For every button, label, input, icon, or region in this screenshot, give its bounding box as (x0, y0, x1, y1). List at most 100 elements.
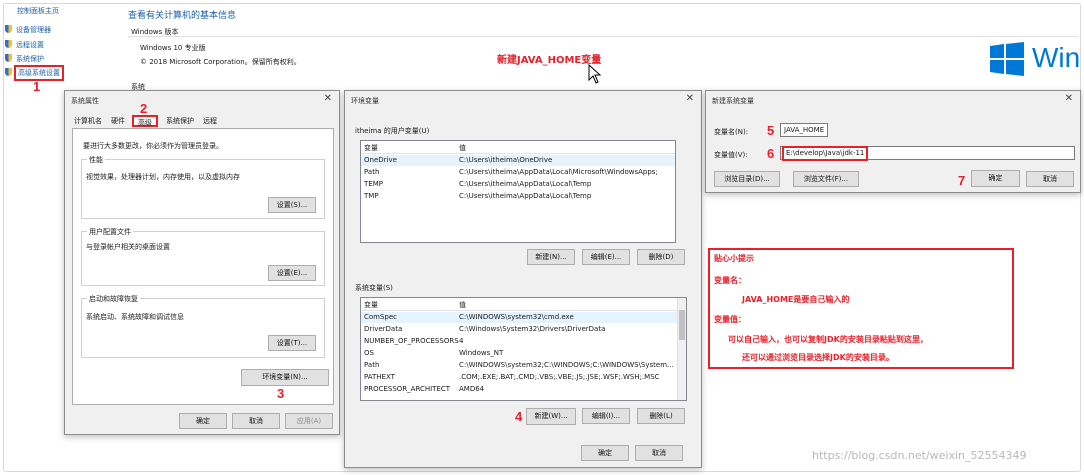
windows-logo-text: Win (1032, 42, 1081, 73)
windows-logo-icon (990, 42, 1024, 76)
tips-value-line2: 还可以通过浏览目录选择JDK的安装目录。 (742, 353, 894, 362)
table-row[interactable]: PROCESSOR_ARCHITECT AMD64 (361, 384, 686, 395)
system-vars-group-label: 系统变量(S) (355, 284, 393, 292)
copyright-text: © 2018 Microsoft Corporation。保留所有权利。 (140, 58, 301, 66)
table-row[interactable]: TEMP C:\Users\itheima\AppData\Local\Temp (361, 179, 675, 190)
separator-line (128, 36, 1078, 37)
table-row[interactable]: PATHEXT .COM;.EXE;.BAT;.CMD;.VBS;.VBE;.J… (361, 372, 686, 383)
tips-value-heading: 变量值： (714, 315, 746, 324)
table-header: 变量 值 (361, 143, 675, 154)
cancel-button[interactable]: 取消 (232, 413, 280, 429)
user-vars-group-label: itheima 的用户变量(U) (355, 127, 430, 135)
environment-variables-dialog: 环境变量 ✕ itheima 的用户变量(U) 变量 值 OneDrive C:… (344, 90, 702, 468)
advanced-tab-panel: 要进行大多数更改，你必须作为管理员登录。 性能 视觉效果，处理器计划，内存使用，… (72, 128, 334, 405)
cancel-button[interactable]: 取消 (1026, 171, 1074, 187)
system-edit-button[interactable]: 编辑(I)... (582, 408, 630, 424)
system-properties-dialog: 系统属性 ✕ 计算机名 硬件 高级 系统保护 远程 2 要进行大多数更改，你必须… (64, 90, 340, 435)
step-marker-7: 7 (958, 173, 966, 188)
tips-name-text: JAVA_HOME是要自己输入的 (742, 295, 850, 304)
table-row[interactable]: DriverData C:\Windows\System32\Drivers\D… (361, 324, 686, 335)
variable-value-label: 变量值(V): (714, 151, 748, 159)
ok-button[interactable]: 确定 (581, 445, 629, 461)
scrollbar[interactable] (677, 298, 686, 400)
tips-box: 贴心小提示 变量名： JAVA_HOME是要自己输入的 变量值： 可以自己输入，… (708, 248, 1014, 369)
step-marker-6: 6 (767, 146, 775, 161)
performance-group: 性能 视觉效果，处理器计划，内存使用，以及虚拟内存 设置(S)... (81, 155, 325, 219)
startup-recovery-settings-button[interactable]: 设置(T)... (268, 335, 316, 351)
user-profiles-settings-button[interactable]: 设置(E)... (268, 265, 316, 281)
startup-recovery-title: 启动和故障恢复 (87, 294, 140, 304)
user-profiles-desc: 与登录帐户相关的桌面设置 (86, 243, 170, 251)
user-edit-button[interactable]: 编辑(E)... (582, 249, 630, 265)
nav-remote-settings[interactable]: 远程设置 (16, 40, 44, 50)
ok-button[interactable]: 确定 (971, 170, 1020, 187)
system-new-button[interactable]: 新建(W)... (526, 408, 576, 425)
shield-icon (5, 40, 12, 48)
shield-icon (5, 54, 12, 62)
tab-advanced[interactable]: 高级 (132, 115, 158, 127)
step-marker-3: 3 (277, 386, 285, 401)
admin-note: 要进行大多数更改，你必须作为管理员登录。 (83, 142, 223, 150)
startup-recovery-desc: 系统启动、系统故障和调试信息 (86, 313, 184, 321)
tips-title: 贴心小提示 (714, 254, 754, 263)
shield-icon (5, 25, 12, 33)
system-delete-button[interactable]: 删除(L) (637, 408, 685, 424)
tips-value-line1: 可以自己输入，也可以复制JDK的安装目录粘贴到这里， (728, 335, 928, 344)
performance-title: 性能 (87, 155, 105, 165)
scrollbar-thumb[interactable] (679, 310, 685, 340)
tips-name-heading: 变量名： (714, 276, 746, 285)
watermark: https://blog.csdn.net/weixin_52554349 (812, 449, 1027, 462)
control-panel-home-link[interactable]: 控制面板主页 (17, 6, 59, 16)
variable-name-input[interactable]: JAVA_HOME (780, 123, 828, 137)
ok-button[interactable]: 确定 (179, 413, 227, 429)
nav-system-protection[interactable]: 系统保护 (16, 54, 44, 64)
user-delete-button[interactable]: 删除(D) (637, 249, 685, 265)
apply-button[interactable]: 应用(A) (285, 413, 333, 429)
system-vars-table: 变量 值 ComSpec C:\WINDOWS\system32\cmd.exe… (360, 297, 687, 401)
table-row[interactable]: Path C:\Users\itheima\AppData\Local\Micr… (361, 167, 675, 178)
cursor-icon (588, 63, 602, 86)
tab-computer-name[interactable]: 计算机名 (70, 115, 106, 127)
new-system-variable-dialog: 新建系统变量 ✕ 变量名(N): 5 JAVA_HOME 变量值(V): 6 E… (705, 90, 1081, 193)
performance-settings-button[interactable]: 设置(S)... (268, 197, 316, 213)
tab-hardware[interactable]: 硬件 (108, 115, 128, 127)
column-header-variable: 变量 (364, 301, 378, 309)
close-icon[interactable]: ✕ (686, 93, 694, 104)
nav-device-manager[interactable]: 设备管理器 (16, 25, 51, 35)
performance-desc: 视觉效果，处理器计划，内存使用，以及虚拟内存 (86, 173, 240, 181)
variable-name-label: 变量名(N): (714, 128, 749, 136)
table-header: 变量 值 (361, 300, 686, 311)
browse-directory-button[interactable]: 浏览目录(D)... (714, 171, 780, 187)
user-vars-table: 变量 值 OneDrive C:\Users\itheima\OneDrive … (360, 140, 676, 243)
user-profiles-group: 用户配置文件 与登录帐户相关的桌面设置 设置(E)... (81, 227, 325, 286)
tab-remote[interactable]: 远程 (200, 115, 220, 127)
dialog-title: 环境变量 (351, 97, 379, 105)
table-row[interactable]: OS Windows_NT (361, 348, 686, 359)
tab-system-protection[interactable]: 系统保护 (162, 115, 198, 127)
step-marker-5: 5 (767, 123, 775, 138)
table-row[interactable]: NUMBER_OF_PROCESSORS 4 (361, 336, 686, 347)
table-row[interactable]: Path C:\WINDOWS\system32;C:\WINDOWS;C:\W… (361, 360, 686, 371)
column-header-value: 值 (459, 144, 466, 152)
variable-value-text: E:\develop\Java\jdk-11 (782, 146, 869, 161)
column-header-value: 值 (459, 301, 466, 309)
close-icon[interactable]: ✕ (324, 93, 332, 104)
table-row[interactable]: TMP C:\Users\itheima\AppData\Local\Temp (361, 191, 675, 202)
shield-icon (5, 68, 12, 76)
table-row[interactable]: ComSpec C:\WINDOWS\system32\cmd.exe (361, 312, 686, 323)
tab-strip: 计算机名 硬件 高级 系统保护 远程 (70, 115, 300, 127)
close-icon[interactable]: ✕ (1065, 93, 1073, 104)
cancel-button[interactable]: 取消 (635, 445, 683, 461)
step-marker-4: 4 (515, 409, 523, 424)
browse-file-button[interactable]: 浏览文件(F)... (793, 171, 859, 187)
user-new-button[interactable]: 新建(N)... (527, 249, 575, 265)
step-marker-2: 2 (140, 101, 148, 116)
column-header-variable: 变量 (364, 144, 378, 152)
variable-value-input[interactable]: E:\develop\Java\jdk-11 (780, 146, 1075, 161)
user-profiles-title: 用户配置文件 (87, 227, 133, 237)
table-row[interactable]: OneDrive C:\Users\itheima\OneDrive (361, 155, 675, 166)
environment-variables-button[interactable]: 环境变量(N)... (241, 369, 329, 386)
dialog-title: 系统属性 (71, 97, 99, 105)
step-marker-1: 1 (33, 79, 41, 94)
startup-recovery-group: 启动和故障恢复 系统启动、系统故障和调试信息 设置(T)... (81, 294, 325, 358)
